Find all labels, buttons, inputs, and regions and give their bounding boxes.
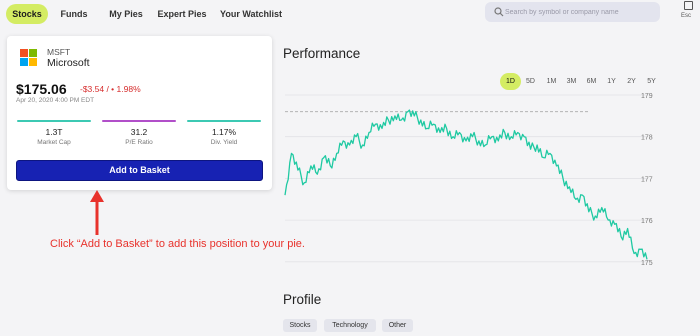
stat-value: 1.3T xyxy=(45,127,63,137)
performance-chart: 179 178 177 176 175 xyxy=(284,93,653,267)
stock-ticker: MSFT xyxy=(47,47,71,57)
company-name: Microsoft xyxy=(47,57,90,69)
range-6m[interactable]: 6M xyxy=(582,73,601,90)
stat-value: 31.2 xyxy=(130,127,148,137)
range-3m[interactable]: 3M xyxy=(562,73,581,90)
esc-label: Esc xyxy=(681,13,692,19)
stock-card: MSFT Microsoft $175.06 -$3.54 / • 1.98% … xyxy=(7,36,272,190)
stat-bar xyxy=(17,120,91,122)
esc-button[interactable]: Esc xyxy=(681,1,699,25)
range-5y[interactable]: 5Y xyxy=(642,73,661,90)
y-tick-label: 179 xyxy=(641,93,653,100)
stat-value: 1.17% xyxy=(211,127,237,137)
stat-bar xyxy=(102,120,176,122)
price-series-line xyxy=(284,109,648,260)
stat-pe-ratio: 31.2 P/E Ratio xyxy=(102,120,176,146)
range-1d[interactable]: 1D xyxy=(500,73,521,90)
y-tick-label: 177 xyxy=(641,176,653,183)
price-change: -$3.54 / • 1.98% xyxy=(80,84,141,94)
search-icon xyxy=(494,7,504,17)
stat-label: Market Cap xyxy=(37,139,71,146)
y-tick-label: 175 xyxy=(641,260,653,267)
tab-your-watchlist[interactable]: Your Watchlist xyxy=(218,4,284,24)
tag-technology[interactable]: Technology xyxy=(324,319,376,332)
tag-stocks[interactable]: Stocks xyxy=(283,319,317,332)
tab-funds[interactable]: Funds xyxy=(56,4,92,24)
search-input[interactable] xyxy=(505,4,655,20)
range-1y[interactable]: 1Y xyxy=(602,73,621,90)
microsoft-logo-icon xyxy=(20,49,37,66)
tab-stocks[interactable]: Stocks xyxy=(6,4,48,24)
tab-expert-pies[interactable]: Expert Pies xyxy=(154,4,210,24)
range-5d[interactable]: 5D xyxy=(521,73,540,90)
stat-market-cap: 1.3T Market Cap xyxy=(17,120,91,146)
annotation-arrow-icon xyxy=(90,190,104,235)
add-to-basket-button[interactable]: Add to Basket xyxy=(16,160,263,181)
close-window-icon xyxy=(684,1,693,10)
y-tick-label: 176 xyxy=(641,218,653,225)
search-box[interactable] xyxy=(485,2,660,22)
stat-bar xyxy=(187,120,261,122)
stat-label: P/E Ratio xyxy=(125,139,153,146)
y-tick-label: 178 xyxy=(641,135,653,142)
performance-title: Performance xyxy=(283,46,361,61)
stat-label: Div. Yield xyxy=(210,139,238,146)
tag-other[interactable]: Other xyxy=(382,319,413,332)
stock-price: $175.06 xyxy=(16,81,67,97)
tab-my-pies[interactable]: My Pies xyxy=(104,4,148,24)
top-nav: Stocks Funds My Pies Expert Pies Your Wa… xyxy=(0,0,700,27)
profile-title: Profile xyxy=(283,292,322,307)
price-timestamp: Apr 20, 2020 4:00 PM EDT xyxy=(16,97,95,104)
stat-div-yield: 1.17% Div. Yield xyxy=(187,120,261,146)
range-1m[interactable]: 1M xyxy=(542,73,561,90)
range-2y[interactable]: 2Y xyxy=(622,73,641,90)
